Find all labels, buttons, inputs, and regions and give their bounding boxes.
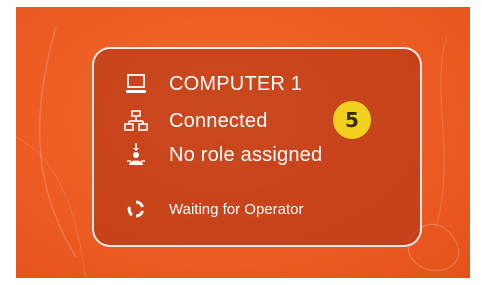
waiting-row: Waiting for Operator	[124, 197, 304, 221]
connection-row: Connected	[124, 109, 268, 133]
computer-status-screen: COMPUTER 1 Connected No role assigned Wa…	[16, 7, 470, 278]
computer-name: COMPUTER 1	[169, 72, 303, 95]
computer-row: COMPUTER 1	[124, 72, 302, 96]
network-icon	[124, 109, 148, 133]
monitor-icon	[124, 72, 148, 96]
person-role-icon	[124, 143, 148, 167]
role-row: No role assigned	[124, 143, 322, 167]
status-card: COMPUTER 1 Connected No role assigned Wa…	[92, 47, 422, 247]
spinner-icon	[124, 197, 148, 221]
role-status: No role assigned	[169, 143, 323, 166]
computer-number-badge: 5	[333, 101, 371, 139]
connection-status: Connected	[169, 109, 268, 132]
waiting-text: Waiting for Operator	[169, 200, 304, 218]
